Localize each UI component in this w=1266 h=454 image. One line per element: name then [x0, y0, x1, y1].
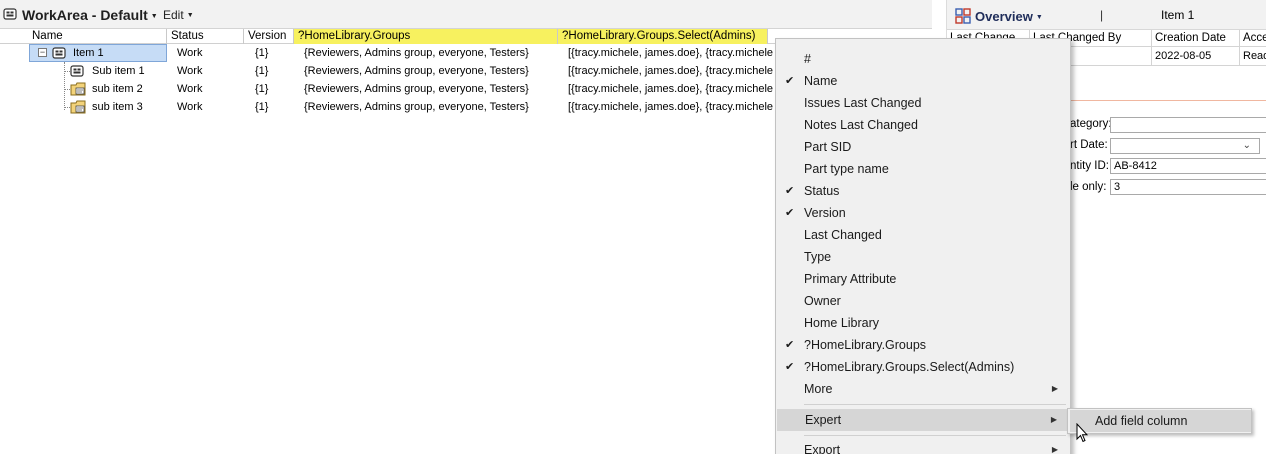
overview-dropdown-icon[interactable]: ▼: [1036, 14, 1043, 21]
document-folder-icon: [70, 100, 86, 117]
field-label-visible-only: le only:: [1070, 181, 1107, 193]
menu-item-name[interactable]: ✔ Name: [776, 70, 1070, 92]
row-status: Work: [177, 101, 203, 113]
column-header-homelibrary-groups-select[interactable]: ?HomeLibrary.Groups.Select(Admins): [558, 29, 768, 44]
table-row[interactable]: sub item 3 Work {1} {Reviewers, Admins g…: [0, 98, 780, 116]
row-version: {1}: [255, 83, 269, 95]
submenu-arrow-icon: ▶: [1050, 415, 1057, 424]
menu-item-expert[interactable]: Expert ▶: [777, 409, 1069, 431]
collapse-toggle-icon[interactable]: −: [38, 48, 47, 57]
row-groups-select: [{tracy.michele, james.doe}, {tracy.mich…: [568, 101, 774, 113]
details-header: Overview ▼ | Item 1: [947, 0, 1266, 30]
row-version: {1}: [255, 65, 269, 77]
check-icon: ✔: [785, 339, 795, 351]
menu-item-issues-last-changed[interactable]: Issues Last Changed: [776, 92, 1070, 114]
category-field[interactable]: [1110, 117, 1266, 133]
edit-menu[interactable]: Edit ▼: [163, 8, 194, 22]
column-context-menu: # ✔ Name Issues Last Changed Notes Last C…: [775, 38, 1071, 454]
row-groups-select: [{tracy.michele, james.doe}, {tracy.mich…: [568, 65, 774, 77]
column-header-homelibrary-groups[interactable]: ?HomeLibrary.Groups: [294, 29, 558, 44]
assembly-icon: [52, 47, 66, 62]
menu-item-notes-last-changed[interactable]: Notes Last Changed: [776, 114, 1070, 136]
row-groups-select: [{tracy.michele, james.doe}, {tracy.mich…: [568, 47, 774, 59]
table-row[interactable]: Sub item 1 Work {1} {Reviewers, Admins g…: [0, 62, 780, 80]
menu-item-version[interactable]: ✔ Version: [776, 202, 1070, 224]
row-status: Work: [177, 65, 203, 77]
menu-separator: [804, 435, 1066, 436]
row-groups: {Reviewers, Admins group, everyone, Test…: [304, 101, 529, 113]
expert-submenu: Add field column: [1067, 408, 1252, 434]
table-row[interactable]: − Item 1 Work {1} {Reviewers, Admins gro…: [0, 44, 780, 62]
check-icon: ✔: [785, 185, 795, 197]
submenu-arrow-icon: ▶: [1051, 445, 1058, 454]
row-groups: {Reviewers, Admins group, everyone, Test…: [304, 65, 529, 77]
check-icon: ✔: [785, 361, 795, 373]
row-name: Item 1: [73, 47, 104, 59]
row-status: Work: [177, 47, 203, 59]
overview-title[interactable]: Overview ▼: [975, 9, 1043, 24]
menu-item-type[interactable]: Type: [776, 246, 1070, 268]
field-label-entity-id: ntity ID:: [1070, 160, 1109, 172]
workarea-icon: [3, 8, 17, 23]
menu-item-homelibrary-groups[interactable]: ✔ ?HomeLibrary.Groups: [776, 334, 1070, 356]
start-date-dropdown[interactable]: ⌄: [1110, 138, 1260, 154]
menu-item-home-library[interactable]: Home Library: [776, 312, 1070, 334]
menu-item-part-sid[interactable]: Part SID: [776, 136, 1070, 158]
grid-header-creation-date[interactable]: Creation Date: [1152, 30, 1240, 47]
edit-dropdown-icon[interactable]: ▼: [187, 12, 194, 19]
submenu-arrow-icon: ▶: [1051, 384, 1058, 393]
selected-item-name: Item 1: [1161, 8, 1195, 22]
work-area-titlebar: WorkArea - Default ▼ Edit ▼: [0, 0, 932, 29]
menu-item-owner[interactable]: Owner: [776, 290, 1070, 312]
work-area-title[interactable]: WorkArea - Default ▼: [22, 7, 158, 23]
grid-cell-access: Read: [1240, 47, 1266, 66]
check-icon: ✔: [785, 207, 795, 219]
title-dropdown-icon[interactable]: ▼: [151, 13, 158, 20]
grid-cell-creation-date: 2022-08-05: [1152, 47, 1240, 66]
column-header-version[interactable]: Version: [244, 29, 294, 44]
row-name: sub item 3: [92, 101, 143, 113]
menu-item-hash[interactable]: #: [776, 48, 1070, 70]
check-icon: ✔: [785, 75, 795, 87]
menu-item-more[interactable]: More ▶: [776, 378, 1070, 400]
row-version: {1}: [255, 47, 269, 59]
menu-item-primary-attribute[interactable]: Primary Attribute: [776, 268, 1070, 290]
menu-item-homelibrary-groups-select[interactable]: ✔ ?HomeLibrary.Groups.Select(Admins): [776, 356, 1070, 378]
document-folder-icon: [70, 82, 86, 99]
row-version: {1}: [255, 101, 269, 113]
entity-id-field[interactable]: AB-8412: [1110, 158, 1266, 174]
row-status: Work: [177, 83, 203, 95]
overview-icon: [955, 8, 971, 27]
row-groups: {Reviewers, Admins group, everyone, Test…: [304, 47, 529, 59]
row-groups: {Reviewers, Admins group, everyone, Test…: [304, 83, 529, 95]
column-header-status[interactable]: Status: [167, 29, 244, 44]
header-separator: |: [1100, 8, 1104, 22]
menu-item-add-field-column[interactable]: Add field column: [1070, 410, 1251, 432]
row-name: Sub item 1: [92, 65, 145, 77]
menu-item-last-changed[interactable]: Last Changed: [776, 224, 1070, 246]
assembly-icon: [70, 65, 84, 80]
chevron-down-icon[interactable]: ⌄: [1243, 139, 1251, 153]
row-groups-select: [{tracy.michele, james.doe}, {tracy.mich…: [568, 83, 774, 95]
mouse-cursor-icon: [1076, 422, 1089, 446]
menu-item-status[interactable]: ✔ Status: [776, 180, 1070, 202]
menu-item-part-type-name[interactable]: Part type name: [776, 158, 1070, 180]
visible-only-field[interactable]: 3: [1110, 179, 1266, 195]
row-name: sub item 2: [92, 83, 143, 95]
menu-separator: [804, 404, 1066, 405]
field-label-start-date: rt Date:: [1070, 139, 1108, 151]
field-label-category: ategory:: [1070, 118, 1112, 130]
grid-header-access[interactable]: Acce: [1240, 30, 1266, 47]
menu-item-export[interactable]: Export ▶: [776, 439, 1070, 454]
column-header-name[interactable]: Name: [28, 29, 167, 44]
table-row[interactable]: sub item 2 Work {1} {Reviewers, Admins g…: [0, 80, 780, 98]
